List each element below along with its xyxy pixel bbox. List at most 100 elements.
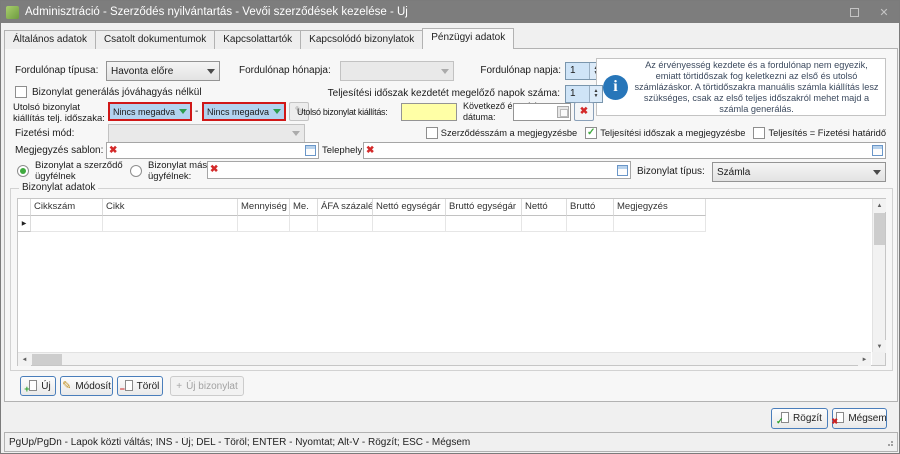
clear-icon[interactable]: ✖ [210, 165, 218, 175]
tab-label: Kapcsolattartók [223, 34, 292, 45]
input-utolso-kiallitas[interactable] [401, 103, 457, 121]
combo-fordulonap-tipusa[interactable]: Havonta előre [106, 61, 220, 81]
row-selector-cell: ▶ [18, 216, 31, 232]
scrollbar-thumb[interactable] [874, 213, 885, 245]
table-cell [31, 216, 103, 232]
scroll-right-icon: ► [862, 357, 868, 363]
column-header[interactable]: Mennyiség [238, 199, 290, 216]
title-bar: Adminisztráció - Szerződés nyilvántartás… [1, 1, 899, 23]
label-megjegyzes-sablon: Megjegyzés sablon: [15, 145, 103, 156]
column-header[interactable]: Me. [290, 199, 318, 216]
table-cell [238, 216, 290, 232]
scroll-left-button[interactable]: ◄ [18, 353, 31, 366]
chevron-down-icon [873, 170, 881, 175]
checkbox-label: Szerződésszám a megjegyzésbe [441, 128, 577, 138]
combo-value: Nincs megadva [207, 107, 270, 117]
label-fordulonap-tipusa: Fordulónap típusa: [15, 65, 98, 76]
spinner-arrows[interactable]: ▲▼ [589, 86, 602, 102]
modosit-button[interactable]: ✎ Módosít [60, 376, 113, 396]
scroll-right-button[interactable]: ► [858, 353, 871, 366]
table-header-row: CikkszámCikkMennyiségMe.ÁFA százalékNett… [18, 199, 706, 216]
date-picker-button[interactable] [557, 106, 569, 118]
browse-icon[interactable] [305, 145, 316, 156]
field-megjegyzes-sablon[interactable]: ✖ [106, 142, 319, 159]
combo-value: Nincs megadva [113, 107, 176, 117]
table-row[interactable]: ▶ [18, 216, 706, 232]
tab-altalanos-adatok[interactable]: Általános adatok [4, 30, 96, 49]
delete-doc-icon: − [121, 380, 133, 393]
radio-szerzodo[interactable] [17, 165, 29, 177]
checkbox-row: ✓ Szerződésszám a megjegyzésbe ✓ Teljesí… [429, 127, 886, 139]
field-mas-ugyfel[interactable]: ✖ [207, 161, 631, 179]
tab-penzugyi-adatok[interactable]: Pénzügyi adatok [422, 28, 514, 49]
label-fordulonap-napja: Fordulónap napja: [463, 65, 561, 76]
spinner-megelozo-napok[interactable]: 1 ▲▼ [565, 85, 603, 103]
clear-icon[interactable]: ✖ [109, 146, 117, 156]
scroll-up-button[interactable]: ▲ [873, 199, 886, 212]
checkbox-teljesites-hatarido[interactable]: ✓ Teljesítés = Fizetési határidő [753, 127, 886, 139]
resize-grip[interactable] [885, 438, 893, 446]
tab-csatolt-dokumentumok[interactable]: Csatolt dokumentumok [95, 30, 215, 49]
table-cell [614, 216, 706, 232]
column-header[interactable]: Nettó [522, 199, 567, 216]
combo-idoszak-to[interactable]: Nincs megadva [202, 102, 286, 121]
tab-kapcsolodo-bizonylatok[interactable]: Kapcsolódó bizonylatok [300, 30, 423, 49]
group-bizonylat-adatok: Bizonylat adatok CikkszámCikkMennyiségMe… [10, 188, 893, 371]
spin-down-icon[interactable]: ▼ [594, 94, 599, 99]
checkbox-box[interactable]: ✓ [426, 127, 438, 139]
label-utolso-kiallitas: Utolsó bizonylat kiállítás: [297, 107, 387, 117]
button-label: Mégsem [848, 413, 886, 424]
checkbox-teljesitesi-idoszak[interactable]: ✓ Teljesítési időszak a megjegyzésbe [585, 127, 745, 139]
combo-bizonylat-tipus[interactable]: Számla [712, 162, 886, 182]
combo-idoszak-from[interactable]: Nincs megadva [108, 102, 192, 121]
checkbox-box[interactable]: ✓ [585, 127, 597, 139]
tab-label: Általános adatok [13, 34, 87, 45]
scroll-up-icon: ▲ [877, 203, 883, 209]
label-bizonylat-generalas: Bizonylat generálás jóváhagyás nélkül [32, 87, 202, 98]
button-label: Töröl [137, 381, 160, 392]
label-radio-szerzodo: Bizonylat a szerződő ügyfélnek [35, 160, 130, 182]
vertical-scrollbar[interactable]: ▲ ▼ [872, 199, 885, 353]
radio-mas[interactable] [130, 165, 142, 177]
tab-label: Kapcsolódó bizonylatok [309, 34, 414, 45]
cancel-doc-icon: ✖ [832, 412, 844, 425]
table-cell [318, 216, 373, 232]
browse-icon[interactable] [872, 145, 883, 156]
spinner-value: 1 [566, 63, 589, 79]
rogzit-button[interactable]: ✓ Rögzít [771, 408, 828, 429]
browse-icon[interactable] [617, 165, 628, 176]
checkbox-box[interactable]: ✓ [753, 127, 765, 139]
horizontal-scrollbar[interactable]: ◄ ► [18, 352, 871, 365]
label-bizonylat-tipus: Bizonylat típus: [637, 166, 705, 177]
uj-button[interactable]: + Új [20, 376, 56, 396]
column-header[interactable]: Cikkszám [31, 199, 103, 216]
chevron-down-icon [441, 69, 449, 74]
column-header[interactable]: Bruttó egységár [446, 199, 522, 216]
column-header[interactable]: Cikk [103, 199, 238, 216]
scrollbar-thumb[interactable] [32, 354, 62, 365]
maximize-button[interactable] [839, 1, 869, 23]
megsem-button[interactable]: ✖ Mégsem [832, 408, 887, 429]
table-cell [446, 216, 522, 232]
items-grid: CikkszámCikkMennyiségMe.ÁFA százalékNett… [17, 198, 886, 366]
chevron-down-icon [273, 109, 281, 114]
row-pointer-icon: ▶ [22, 221, 27, 227]
column-header[interactable]: Nettó egységár [373, 199, 446, 216]
input-kovetkezo-ertesites[interactable] [513, 103, 571, 121]
clear-date-button[interactable]: ✖ [574, 102, 594, 121]
group-title: Bizonylat adatok [19, 182, 98, 193]
chevron-down-icon [179, 109, 187, 114]
field-telephely[interactable]: ✖ [363, 142, 886, 159]
close-button[interactable]: ✕ [869, 1, 899, 23]
column-header[interactable]: ÁFA százalék [318, 199, 373, 216]
table-cell [103, 216, 238, 232]
tab-kapcsolattartok[interactable]: Kapcsolattartók [214, 30, 301, 49]
button-label: Rögzít [793, 413, 822, 424]
column-header[interactable]: Megjegyzés [614, 199, 706, 216]
clear-icon[interactable]: ✖ [366, 146, 374, 156]
checkbox-bizonylat-generalas[interactable]: ✓ [15, 86, 27, 98]
torol-button[interactable]: − Töröl [117, 376, 163, 396]
tab-strip: Általános adatok Csatolt dokumentumok Ka… [4, 28, 513, 49]
column-header[interactable]: Bruttó [567, 199, 614, 216]
checkbox-szerzodesszam[interactable]: ✓ Szerződésszám a megjegyzésbe [426, 127, 577, 139]
